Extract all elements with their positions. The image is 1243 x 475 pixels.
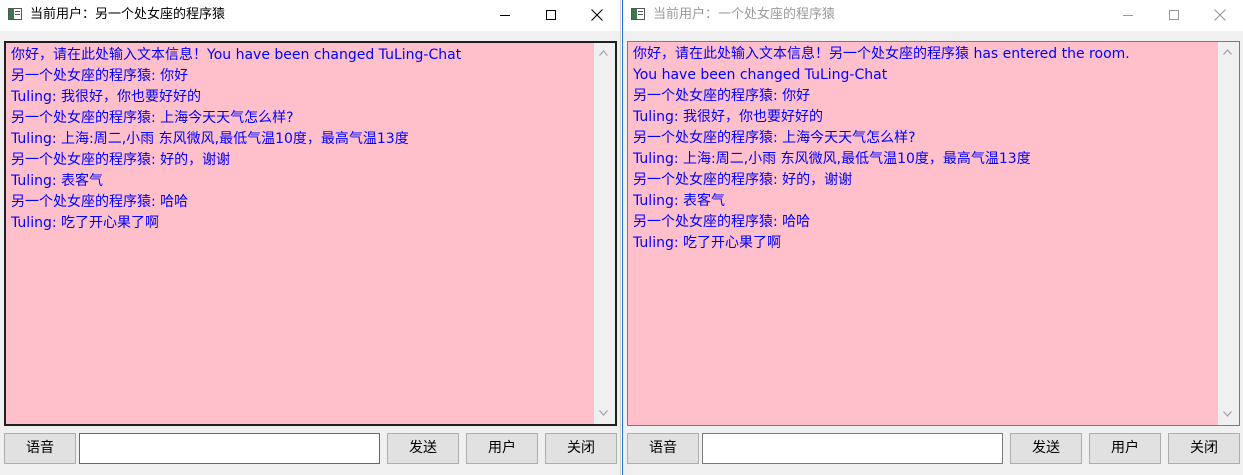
chat-message: 另一个处女座的程序猿: 你好 <box>633 88 811 104</box>
chat-message: 另一个处女座的程序猿: 你好 <box>11 68 189 84</box>
minimize-button[interactable] <box>1105 0 1151 31</box>
chat-message: Tuling: 我很好，你也要好好的 <box>11 89 202 105</box>
chat-message: 你好，请在此处输入文本信息！You have been changed TuLi… <box>11 47 462 63</box>
user-button[interactable]: 用户 <box>466 433 538 464</box>
maximize-icon <box>546 10 556 20</box>
vertical-scrollbar[interactable] <box>594 43 615 424</box>
chat-message: Tuling: 上海:周二,小雨 东风微风,最低气温10度，最高气温13度 <box>633 151 1031 167</box>
chat-message: 另一个处女座的程序猿: 哈哈 <box>11 194 189 210</box>
chevron-down-icon <box>1223 411 1232 417</box>
window-title: 当前用户：一个处女座的程序猿 <box>653 7 836 22</box>
minimize-icon <box>500 15 510 16</box>
title-bar[interactable]: 当前用户：一个处女座的程序猿 <box>623 0 1243 31</box>
close-icon <box>1214 9 1226 21</box>
close-window-button[interactable] <box>1197 0 1243 31</box>
chat-window-right: 当前用户：一个处女座的程序猿 你好，请在此处输入文本信息！另一个处女座的程序猿 … <box>622 0 1243 475</box>
minimize-icon <box>1123 15 1133 16</box>
chat-message: Tuling: 表客气 <box>11 173 104 189</box>
maximize-button[interactable] <box>528 0 574 31</box>
chat-window-left: 当前用户：另一个处女座的程序猿 你好，请在此处输入文本信息！You have b… <box>0 0 621 475</box>
chat-message: 另一个处女座的程序猿: 上海今天天气怎么样? <box>633 130 916 146</box>
close-window-button[interactable] <box>574 0 620 31</box>
chat-message: You have been changed TuLing-Chat <box>633 67 888 83</box>
chevron-up-icon <box>599 50 608 56</box>
scroll-up-button[interactable] <box>1218 42 1239 63</box>
message-input[interactable] <box>79 433 380 464</box>
close-button[interactable]: 关闭 <box>545 433 617 464</box>
chat-message: Tuling: 吃了开心果了啊 <box>11 215 160 231</box>
chat-lines: 你好，请在此处输入文本信息！You have been changed TuLi… <box>11 45 587 234</box>
scroll-down-button[interactable] <box>594 403 615 424</box>
chat-lines: 你好，请在此处输入文本信息！另一个处女座的程序猿 has entered the… <box>633 44 1211 254</box>
send-button[interactable]: 发送 <box>1010 433 1082 464</box>
chat-message: 另一个处女座的程序猿: 上海今天天气怎么样? <box>11 110 294 126</box>
maximize-icon <box>1169 10 1179 20</box>
title-bar[interactable]: 当前用户：另一个处女座的程序猿 <box>0 0 620 31</box>
close-button[interactable]: 关闭 <box>1168 433 1240 464</box>
app-window-icon <box>8 8 22 20</box>
chevron-up-icon <box>1223 49 1232 55</box>
chat-message: Tuling: 表客气 <box>633 193 726 209</box>
close-icon <box>591 9 603 21</box>
chat-message: Tuling: 吃了开心果了啊 <box>633 235 782 251</box>
chat-message: 你好，请在此处输入文本信息！另一个处女座的程序猿 has entered the… <box>633 46 1130 62</box>
send-button[interactable]: 发送 <box>387 433 459 464</box>
message-input[interactable] <box>702 433 1003 464</box>
chat-message: 另一个处女座的程序猿: 好的，谢谢 <box>11 152 231 168</box>
window-title: 当前用户：另一个处女座的程序猿 <box>30 7 226 22</box>
scroll-down-button[interactable] <box>1218 404 1239 425</box>
chat-message: 另一个处女座的程序猿: 好的，谢谢 <box>633 172 853 188</box>
user-button[interactable]: 用户 <box>1089 433 1161 464</box>
voice-button[interactable]: 语音 <box>4 433 76 464</box>
minimize-button[interactable] <box>482 0 528 31</box>
chat-history[interactable]: 你好，请在此处输入文本信息！You have been changed TuLi… <box>4 41 617 426</box>
chat-history[interactable]: 你好，请在此处输入文本信息！另一个处女座的程序猿 has entered the… <box>627 41 1240 426</box>
chat-message: 另一个处女座的程序猿: 哈哈 <box>633 214 811 230</box>
voice-button[interactable]: 语音 <box>627 433 699 464</box>
maximize-button[interactable] <box>1151 0 1197 31</box>
scroll-up-button[interactable] <box>594 43 615 64</box>
chat-message: Tuling: 上海:周二,小雨 东风微风,最低气温10度，最高气温13度 <box>11 131 409 147</box>
app-window-icon <box>631 8 645 20</box>
vertical-scrollbar[interactable] <box>1218 42 1239 425</box>
chevron-down-icon <box>599 410 608 416</box>
chat-message: Tuling: 我很好，你也要好好的 <box>633 109 824 125</box>
